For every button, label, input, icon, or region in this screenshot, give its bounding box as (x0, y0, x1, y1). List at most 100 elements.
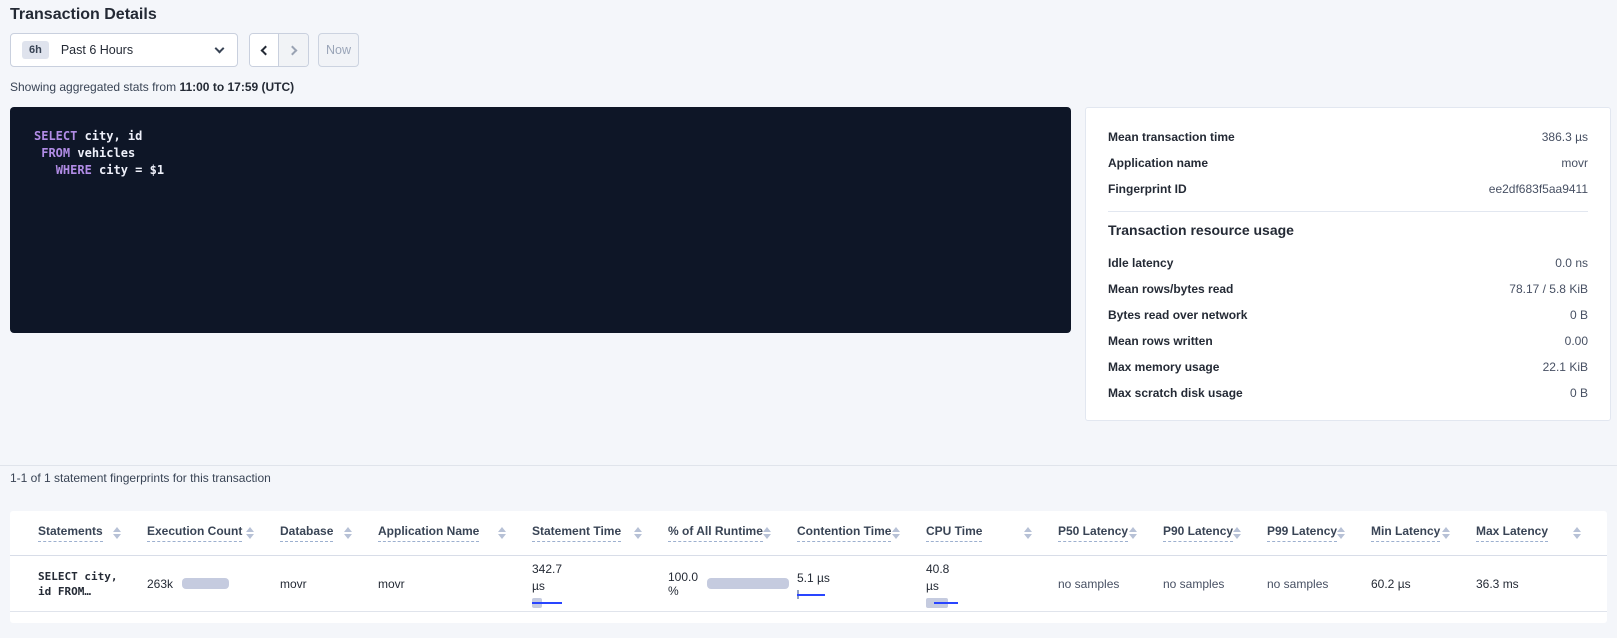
database-cell: movr (280, 556, 378, 611)
sort-icon[interactable] (246, 527, 254, 539)
database-value: movr (280, 577, 307, 591)
column-label: % of All Runtime (668, 524, 763, 542)
chevron-right-icon (287, 45, 297, 55)
sort-icon[interactable] (892, 527, 900, 539)
resource-label: Mean rows written (1108, 334, 1213, 348)
resource-value: 78.17 / 5.8 KiB (1509, 282, 1588, 296)
statement-time-cell: 342.7 µs (532, 556, 668, 611)
page-title: Transaction Details (10, 6, 157, 24)
sort-icon[interactable] (1233, 527, 1241, 539)
column-header-min-latency[interactable]: Min Latency (1371, 524, 1476, 542)
sql-keyword: FROM (41, 146, 70, 160)
application-name-cell: movr (378, 556, 532, 611)
resource-label: Idle latency (1108, 256, 1173, 270)
column-label: Statements (38, 524, 103, 542)
resource-usage-title: Transaction resource usage (1108, 222, 1588, 238)
table-header-row: Statements Execution Count Database Appl… (10, 511, 1607, 556)
time-window-label: Past 6 Hours (61, 43, 216, 57)
sort-icon[interactable] (1442, 527, 1450, 539)
sort-icon[interactable] (498, 527, 506, 539)
column-header-statements[interactable]: Statements (38, 524, 147, 542)
column-label: P50 Latency (1058, 524, 1128, 542)
table-row: SELECT city, id FROM… 263k movr movr 342… (10, 556, 1607, 612)
next-interval-button[interactable] (279, 34, 308, 66)
resource-row: Bytes read over network 0 B (1108, 302, 1588, 328)
summary-label: Fingerprint ID (1108, 182, 1187, 196)
section-divider (0, 465, 1617, 466)
cpu-time-cell: 40.8 µs (926, 556, 1058, 611)
summary-row: Mean transaction time 386.3 µs (1108, 124, 1588, 150)
column-header-p50-latency[interactable]: P50 Latency (1058, 524, 1163, 542)
column-header-statement-time[interactable]: Statement Time (532, 524, 668, 542)
column-header-runtime-pct[interactable]: % of All Runtime (668, 524, 797, 542)
statement-cell: SELECT city, id FROM… (38, 556, 147, 611)
runtime-pct-bar (707, 578, 789, 589)
resource-value: 0.0 ns (1555, 256, 1588, 270)
column-header-contention-time[interactable]: Contention Time (797, 524, 926, 542)
interval-arrow-group (249, 33, 309, 67)
sort-icon[interactable] (1024, 527, 1032, 539)
column-header-database[interactable]: Database (280, 524, 378, 542)
cpu-time-bar-chart (926, 598, 960, 608)
column-header-max-latency[interactable]: Max Latency (1476, 524, 1607, 542)
resource-row: Max memory usage 22.1 KiB (1108, 354, 1588, 380)
transaction-details-page: Transaction Details 6h Past 6 Hours Now … (0, 0, 1617, 638)
statement-time-bar-chart (532, 598, 566, 608)
sort-icon[interactable] (1573, 527, 1581, 539)
time-window-dropdown[interactable]: 6h Past 6 Hours (10, 33, 238, 67)
resource-label: Mean rows/bytes read (1108, 282, 1233, 296)
stats-caption: Showing aggregated stats from 11:00 to 1… (10, 80, 294, 94)
summary-value: movr (1561, 156, 1588, 170)
statements-caption: 1-1 of 1 statement fingerprints for this… (10, 471, 271, 485)
resource-row: Mean rows written 0.00 (1108, 328, 1588, 354)
resource-row: Max scratch disk usage 0 B (1108, 380, 1588, 406)
column-label: Statement Time (532, 524, 621, 542)
sort-icon[interactable] (113, 527, 121, 539)
sort-icon[interactable] (763, 527, 771, 539)
column-label: Execution Count (147, 524, 242, 542)
time-window-badge: 6h (22, 41, 49, 59)
sql-statement: SELECT city, id FROM vehicles WHERE city… (34, 128, 1047, 179)
max-latency-cell: 36.3 ms (1476, 556, 1607, 611)
prev-interval-button[interactable] (250, 34, 279, 66)
sql-keyword: SELECT (34, 129, 77, 143)
column-label: Database (280, 524, 333, 542)
chevron-down-icon (215, 43, 225, 53)
summary-label: Mean transaction time (1108, 130, 1235, 144)
resource-label: Bytes read over network (1108, 308, 1247, 322)
summary-card: Mean transaction time 386.3 µs Applicati… (1085, 107, 1611, 421)
column-label: Contention Time (797, 524, 891, 542)
now-button[interactable]: Now (318, 33, 359, 67)
summary-row: Application name movr (1108, 150, 1588, 176)
column-header-application-name[interactable]: Application Name (378, 524, 532, 542)
column-header-p99-latency[interactable]: P99 Latency (1267, 524, 1371, 542)
column-label: Application Name (378, 524, 479, 542)
sort-icon[interactable] (1129, 527, 1137, 539)
resource-row: Mean rows/bytes read 78.17 / 5.8 KiB (1108, 276, 1588, 302)
column-label: P90 Latency (1163, 524, 1233, 542)
column-header-p90-latency[interactable]: P90 Latency (1163, 524, 1267, 542)
column-header-execution-count[interactable]: Execution Count (147, 524, 280, 542)
execution-count-cell: 263k (147, 556, 280, 611)
p99-latency-cell: no samples (1267, 556, 1371, 611)
column-header-cpu-time[interactable]: CPU Time (926, 524, 1058, 542)
execution-count-bar (182, 578, 229, 589)
resource-value: 0 B (1570, 386, 1588, 400)
resource-value: 0 B (1570, 308, 1588, 322)
sort-icon[interactable] (344, 527, 352, 539)
column-label: P99 Latency (1267, 524, 1337, 542)
resource-value: 22.1 KiB (1543, 360, 1588, 374)
sort-icon[interactable] (1337, 527, 1345, 539)
sort-icon[interactable] (634, 527, 642, 539)
card-divider (1108, 211, 1588, 212)
summary-value: 386.3 µs (1542, 130, 1588, 144)
statements-table: Statements Execution Count Database Appl… (10, 511, 1607, 623)
statement-fingerprint-link[interactable]: SELECT city, id FROM… (38, 569, 117, 599)
resource-value: 0.00 (1565, 334, 1588, 348)
summary-value: ee2df683f5aa9411 (1489, 182, 1588, 196)
time-controls: 6h Past 6 Hours Now (10, 33, 359, 67)
p90-latency-cell: no samples (1163, 556, 1267, 611)
application-name-value: movr (378, 577, 405, 591)
p50-latency-cell: no samples (1058, 556, 1163, 611)
stats-caption-prefix: Showing aggregated stats from (10, 80, 176, 94)
